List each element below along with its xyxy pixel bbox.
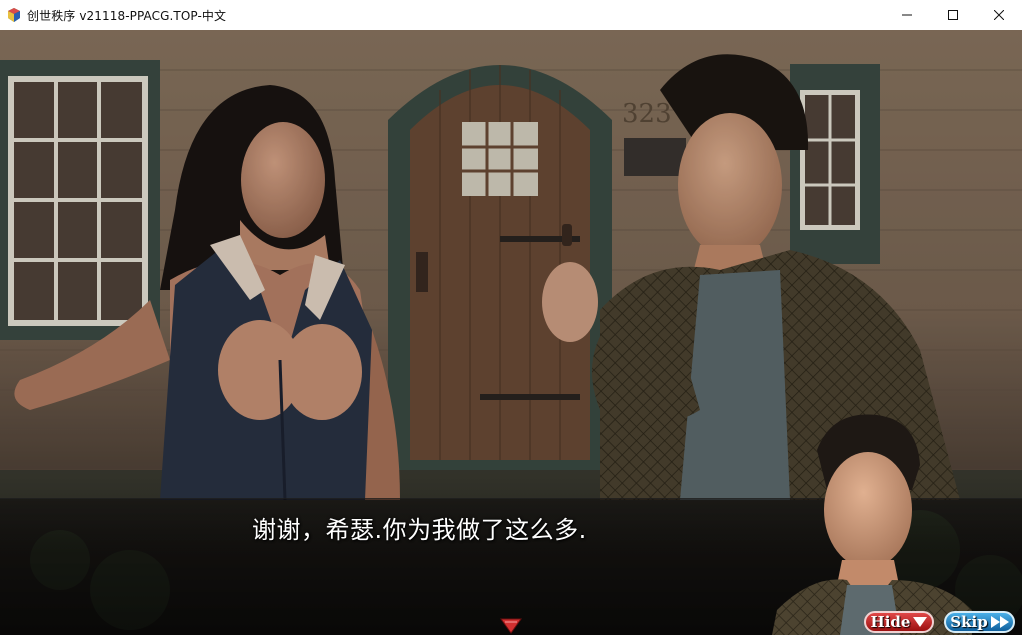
game-scene[interactable]: 323 谢谢，希瑟.你为我做了这么多. Hide Skip [0, 30, 1022, 635]
minimize-icon [902, 14, 912, 16]
close-button[interactable] [976, 0, 1022, 30]
window-titlebar[interactable]: 创世秩序 v21118-PPACG.TOP-中文 [0, 0, 1022, 30]
dialogue-text: 谢谢，希瑟.你为我做了这么多. [252, 516, 587, 544]
close-icon [994, 10, 1004, 20]
window-controls [884, 0, 1022, 30]
continue-arrow-icon [500, 618, 522, 634]
skip-button-label: Skip [950, 613, 988, 631]
side-image-portrait [772, 410, 972, 635]
app-icon [7, 8, 21, 22]
minimize-button[interactable] [884, 0, 930, 30]
hide-button[interactable]: Hide [864, 611, 934, 633]
fast-forward-icon [990, 616, 1009, 628]
window-title: 创世秩序 v21118-PPACG.TOP-中文 [27, 8, 227, 23]
continue-indicator[interactable] [500, 618, 522, 634]
skip-button[interactable]: Skip [944, 611, 1015, 633]
maximize-icon [948, 10, 958, 20]
triangle-down-icon [913, 617, 928, 627]
hide-button-label: Hide [870, 613, 911, 631]
maximize-button[interactable] [930, 0, 976, 30]
